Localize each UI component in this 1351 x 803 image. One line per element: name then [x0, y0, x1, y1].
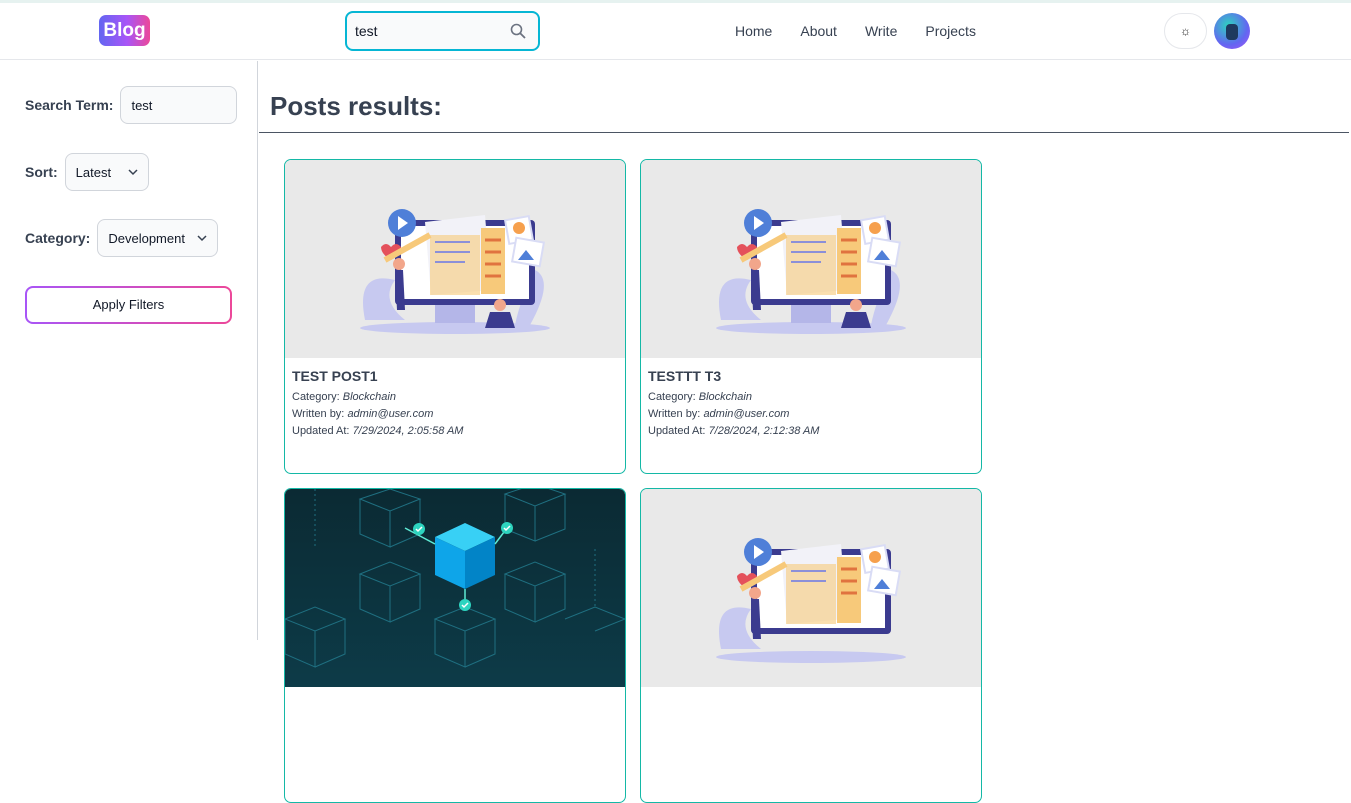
nav-projects[interactable]: Projects [925, 23, 976, 39]
post-updated-value: 7/29/2024, 2:05:58 AM [352, 425, 464, 437]
header-search-input[interactable] [355, 20, 505, 42]
post-body: TESTTT T3 Category: Blockchain Written b… [641, 358, 981, 452]
main-nav: Home About Write Projects [735, 23, 976, 39]
avatar-figure [1226, 24, 1238, 40]
blog-logo[interactable]: Blog [99, 15, 150, 46]
post-card[interactable] [640, 488, 982, 803]
post-body: TEST POST1 Category: Blockchain Written … [285, 358, 625, 452]
post-category-value: Blockchain [342, 391, 396, 403]
post-author-label: Written by: [292, 408, 345, 420]
post-image[interactable] [285, 489, 625, 687]
filter-sidebar: Search Term: test Sort: Latest Category:… [0, 61, 258, 640]
post-title[interactable]: TESTTT T3 [648, 368, 974, 384]
post-updated: Updated At: 7/28/2024, 2:12:38 AM [648, 425, 974, 437]
sort-row: Sort: Latest [25, 153, 149, 191]
post-card[interactable]: TESTTT T3 Category: Blockchain Written b… [640, 159, 982, 474]
sort-value: Latest [75, 164, 112, 180]
category-row: Category: Development [25, 219, 219, 257]
blog-illustration-icon [716, 209, 906, 334]
blog-illustration-icon [716, 538, 906, 663]
search-term-label: Search Term: [25, 97, 114, 113]
post-author-value: admin@user.com [347, 408, 434, 420]
blockchain-cubes-icon [285, 489, 625, 668]
theme-toggle-button[interactable]: ☼ [1164, 13, 1207, 49]
post-updated: Updated At: 7/29/2024, 2:05:58 AM [292, 425, 618, 437]
post-category-label: Category: [648, 391, 696, 403]
post-card[interactable] [284, 488, 626, 803]
nav-about[interactable]: About [800, 23, 837, 39]
category-label: Category: [25, 230, 91, 246]
category-select[interactable]: Development [97, 219, 219, 257]
title-divider [259, 132, 1349, 133]
blog-illustration-icon [360, 209, 550, 334]
apply-filters-button[interactable]: Apply Filters [25, 286, 232, 324]
post-image[interactable] [285, 160, 625, 358]
sort-label: Sort: [25, 164, 58, 180]
post-card[interactable]: TEST POST1 Category: Blockchain Written … [284, 159, 626, 474]
results-area: Posts results: TEST POST1 Category: Bloc… [259, 61, 1351, 803]
nav-write[interactable]: Write [865, 23, 897, 39]
nav-home[interactable]: Home [735, 23, 772, 39]
post-updated-label: Updated At: [292, 425, 350, 437]
sort-select[interactable]: Latest [64, 153, 149, 191]
sun-icon: ☼ [1180, 24, 1191, 38]
navbar: Blog Home About Write Projects ☼ [0, 3, 1351, 60]
post-updated-label: Updated At: [648, 425, 706, 437]
search-icon[interactable] [510, 23, 526, 39]
post-author-value: admin@user.com [703, 408, 790, 420]
category-value: Development [108, 230, 185, 246]
post-category-label: Category: [292, 391, 340, 403]
post-category-value: Blockchain [698, 391, 752, 403]
post-title[interactable]: TEST POST1 [292, 368, 618, 384]
chevron-down-icon [197, 235, 207, 242]
post-updated-value: 7/28/2024, 2:12:38 AM [708, 425, 820, 437]
user-avatar[interactable] [1214, 13, 1250, 49]
post-author: Written by: admin@user.com [648, 408, 974, 420]
post-category: Category: Blockchain [648, 391, 974, 403]
post-image[interactable] [641, 160, 981, 358]
post-image[interactable] [641, 489, 981, 687]
apply-filters-label: Apply Filters [27, 288, 230, 322]
post-author-label: Written by: [648, 408, 701, 420]
search-term-row: Search Term: test [25, 86, 238, 124]
post-author: Written by: admin@user.com [292, 408, 618, 420]
post-category: Category: Blockchain [292, 391, 618, 403]
header-search[interactable] [345, 11, 540, 51]
chevron-down-icon [128, 169, 138, 176]
search-term-input[interactable]: test [120, 86, 238, 124]
page-title: Posts results: [270, 91, 442, 121]
